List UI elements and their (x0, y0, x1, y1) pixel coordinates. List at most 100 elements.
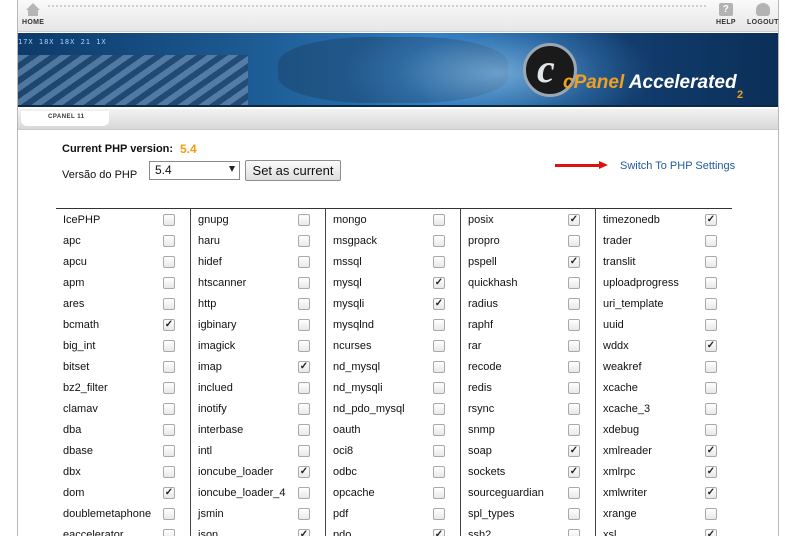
extension-checkbox[interactable] (433, 487, 445, 499)
extension-checkbox[interactable] (298, 445, 310, 457)
extension-checkbox[interactable] (298, 382, 310, 394)
switch-to-php-settings-link[interactable]: Switch To PHP Settings (620, 160, 735, 172)
extension-checkbox[interactable]: ✓ (568, 214, 580, 226)
extension-checkbox[interactable]: ✓ (298, 361, 310, 373)
extension-checkbox[interactable]: ✓ (433, 298, 445, 310)
extension-label: oci8 (333, 445, 354, 457)
extension-checkbox[interactable]: ✓ (705, 214, 717, 226)
extension-row: mssql (326, 252, 460, 273)
php-version-select[interactable]: 5.4 (149, 161, 240, 180)
extension-checkbox[interactable] (298, 340, 310, 352)
extension-checkbox[interactable] (163, 403, 175, 415)
extension-checkbox[interactable] (433, 340, 445, 352)
extension-checkbox[interactable] (705, 424, 717, 436)
extension-checkbox[interactable] (568, 235, 580, 247)
extension-checkbox[interactable] (433, 466, 445, 478)
extension-checkbox[interactable] (298, 508, 310, 520)
extension-checkbox[interactable] (163, 256, 175, 268)
extension-checkbox[interactable]: ✓ (163, 487, 175, 499)
breadcrumb[interactable]: CPANEL 11 (21, 111, 109, 126)
extension-checkbox[interactable]: ✓ (705, 529, 717, 536)
extension-checkbox[interactable] (298, 403, 310, 415)
extension-checkbox[interactable] (433, 403, 445, 415)
extension-checkbox[interactable] (433, 445, 445, 457)
extension-row: uuid (596, 315, 732, 336)
extension-label: oauth (333, 424, 361, 436)
extension-checkbox[interactable] (568, 508, 580, 520)
extension-row: apc (56, 231, 190, 252)
set-as-current-button[interactable]: Set as current (245, 160, 341, 181)
extension-checkbox[interactable] (433, 235, 445, 247)
extension-checkbox[interactable]: ✓ (298, 466, 310, 478)
extension-checkbox[interactable]: ✓ (163, 319, 175, 331)
extension-checkbox[interactable] (163, 298, 175, 310)
extension-row: doublemetaphone (56, 504, 190, 525)
extension-checkbox[interactable] (163, 466, 175, 478)
extension-checkbox[interactable] (298, 235, 310, 247)
extension-label: ioncube_loader_4 (198, 487, 286, 499)
extension-label: uri_template (603, 298, 664, 310)
extension-checkbox[interactable] (298, 319, 310, 331)
extension-checkbox[interactable]: ✓ (705, 445, 717, 457)
extension-checkbox[interactable] (568, 424, 580, 436)
extension-label: mssql (333, 256, 362, 268)
extension-checkbox[interactable] (298, 298, 310, 310)
extension-checkbox[interactable] (298, 214, 310, 226)
extension-checkbox[interactable] (568, 340, 580, 352)
extension-checkbox[interactable] (433, 424, 445, 436)
extension-checkbox[interactable] (163, 424, 175, 436)
extension-checkbox[interactable] (163, 214, 175, 226)
extension-checkbox[interactable] (705, 298, 717, 310)
extension-checkbox[interactable] (705, 508, 717, 520)
home-button[interactable]: HOME (22, 3, 44, 26)
extension-checkbox[interactable] (163, 445, 175, 457)
extension-checkbox[interactable] (705, 382, 717, 394)
extension-checkbox[interactable] (705, 319, 717, 331)
extension-checkbox[interactable] (705, 403, 717, 415)
extension-checkbox[interactable]: ✓ (298, 529, 310, 536)
extension-checkbox[interactable] (163, 529, 175, 536)
extension-checkbox[interactable]: ✓ (433, 529, 445, 536)
extension-checkbox[interactable] (568, 277, 580, 289)
extension-checkbox[interactable] (433, 214, 445, 226)
help-button[interactable]: ? HELP (716, 3, 736, 26)
extension-checkbox[interactable] (705, 361, 717, 373)
extension-checkbox[interactable] (705, 235, 717, 247)
extension-checkbox[interactable]: ✓ (568, 256, 580, 268)
extension-checkbox[interactable] (433, 256, 445, 268)
extension-label: mongo (333, 214, 367, 226)
extension-checkbox[interactable]: ✓ (433, 277, 445, 289)
extension-checkbox[interactable] (163, 277, 175, 289)
extension-checkbox[interactable] (433, 361, 445, 373)
extension-checkbox[interactable] (705, 277, 717, 289)
extension-checkbox[interactable] (298, 487, 310, 499)
extension-checkbox[interactable] (705, 256, 717, 268)
extension-checkbox[interactable] (433, 319, 445, 331)
extension-label: posix (468, 214, 494, 226)
extension-checkbox[interactable] (568, 361, 580, 373)
extension-checkbox[interactable] (568, 529, 580, 536)
extension-checkbox[interactable]: ✓ (568, 445, 580, 457)
extension-row: haru (191, 231, 325, 252)
extension-row: trader (596, 231, 732, 252)
extension-checkbox[interactable]: ✓ (705, 340, 717, 352)
extension-checkbox[interactable] (568, 319, 580, 331)
extension-checkbox[interactable] (298, 424, 310, 436)
extension-checkbox[interactable] (163, 340, 175, 352)
extension-checkbox[interactable] (163, 382, 175, 394)
extension-checkbox[interactable] (163, 508, 175, 520)
extension-checkbox[interactable] (298, 256, 310, 268)
extension-checkbox[interactable] (433, 508, 445, 520)
extension-checkbox[interactable] (163, 235, 175, 247)
extension-checkbox[interactable] (568, 298, 580, 310)
extension-checkbox[interactable]: ✓ (705, 487, 717, 499)
extension-checkbox[interactable] (568, 382, 580, 394)
extension-checkbox[interactable]: ✓ (705, 466, 717, 478)
extension-checkbox[interactable] (433, 382, 445, 394)
logout-button[interactable]: LOGOUT (747, 3, 779, 26)
extension-checkbox[interactable] (568, 403, 580, 415)
extension-checkbox[interactable]: ✓ (568, 466, 580, 478)
extension-checkbox[interactable] (298, 277, 310, 289)
extension-checkbox[interactable] (163, 361, 175, 373)
extension-checkbox[interactable] (568, 487, 580, 499)
